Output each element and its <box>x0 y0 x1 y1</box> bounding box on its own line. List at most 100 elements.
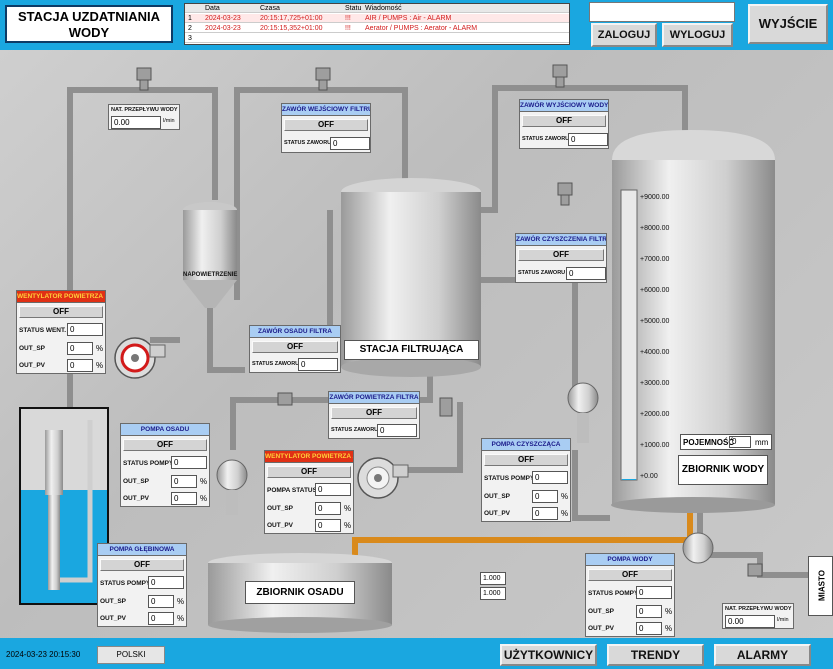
tick-label: +4000.00 <box>640 349 670 356</box>
ratio-display-1: 1.000 <box>480 572 506 585</box>
flow-out-title: NAT. PRZEPŁYWU WODY <box>725 606 792 612</box>
fan-1-icon <box>114 337 166 379</box>
pump-sludge-status: 0 <box>171 456 207 469</box>
valve-clean-panel: ZAWÓR CZYSZCZENIA FILTRU OFF STATUS ZAWO… <box>515 233 607 283</box>
flow-in-unit: l/min <box>163 118 175 124</box>
fan-2-panel: WENTYLATOR POWIETRZA 2 OFF POMPA STATUS … <box>264 450 354 534</box>
pump-water-status: 0 <box>636 586 672 599</box>
fan-2-title: WENTYLATOR POWIETRZA 2 <box>265 451 353 463</box>
fan-1-status: 0 <box>67 323 103 336</box>
exit-button[interactable]: WYJŚCIE <box>748 4 828 44</box>
logout-button[interactable]: WYLOGUJ <box>662 23 733 47</box>
valve-sludge-toggle[interactable]: OFF <box>252 341 338 353</box>
pump-clean-status: 0 <box>532 471 568 484</box>
pump-deep-pv-unit: % <box>177 614 185 623</box>
valve-air-toggle[interactable]: OFF <box>331 407 417 419</box>
fan-2-sp[interactable]: 0 <box>315 502 341 515</box>
pump-clean-sp-label: OUT_SP <box>484 493 511 500</box>
alarm-table[interactable]: Data Czasa Statu Wiadomość 1 2024-03-23 … <box>184 3 570 45</box>
pump-sludge-sp-unit: % <box>200 477 208 486</box>
pump-deep-status: 0 <box>148 576 184 589</box>
valve-outlet-status: 0 <box>568 133 608 146</box>
pump-sludge-toggle[interactable]: OFF <box>123 439 207 451</box>
pump-water-panel: POMPA WODY OFF STATUS POMPY 0 OUT_SP 0 %… <box>585 553 675 637</box>
flow-meter-in: NAT. PRZEPŁYWU WODY 0.00 l/min <box>108 104 180 130</box>
valve-inlet-panel: ZAWÓR WEJŚCIOWY FILTRU OFF STATUS ZAWORU… <box>281 103 371 153</box>
pump-sludge-title: POMPA OSADU <box>121 424 209 436</box>
flow-in-value: 0.00 <box>111 116 161 129</box>
pump-clean-pv-unit: % <box>561 509 569 518</box>
col-message: Wiadomość <box>365 5 402 12</box>
table-row[interactable]: 2 2024-03-23 20:15:15,352+01:00 !!! Aera… <box>185 24 569 33</box>
language-button[interactable]: POLSKI <box>97 646 165 664</box>
valve-sludge-panel: ZAWÓR OSADU FILTRA OFF STATUS ZAWORU 0 <box>249 325 341 373</box>
pump-clean-panel: POMPA CZYSZCZĄCA OFF STATUS POMPY 0 OUT_… <box>481 438 571 522</box>
fan-1-sp[interactable]: 0 <box>67 342 93 355</box>
pump-clean-sp[interactable]: 0 <box>532 490 558 503</box>
tick-label: +6000.00 <box>640 287 670 294</box>
pump-sludge-sp[interactable]: 0 <box>171 475 197 488</box>
city-label: MIASTO <box>817 570 827 601</box>
fan-1-title: WENTYLATOR POWIETRZA 1 <box>17 291 105 303</box>
fan-2-sp-unit: % <box>344 504 352 513</box>
pump-deep-status-label: STATUS POMPY <box>100 580 151 587</box>
valve-inlet-status-label: STATUS ZAWORU <box>284 140 332 146</box>
pump-water-toggle[interactable]: OFF <box>588 569 672 581</box>
row-date: 2024-03-23 <box>205 15 241 22</box>
pump-clean-toggle[interactable]: OFF <box>484 454 568 466</box>
users-button[interactable]: UŻYTKOWNICY <box>500 644 597 666</box>
pump-deep-toggle[interactable]: OFF <box>100 559 184 571</box>
tick-label: +1000.00 <box>640 442 670 449</box>
tick-label: +7000.00 <box>640 256 670 263</box>
col-status: Statu <box>345 5 362 12</box>
pump-clean-status-label: STATUS POMPY <box>484 475 535 482</box>
alarms-button[interactable]: ALARMY <box>714 644 811 666</box>
tick-label: +2000.00 <box>640 411 670 418</box>
valve-clean-status: 0 <box>566 267 606 280</box>
tank-level-bar <box>622 479 636 480</box>
valve-inlet-toggle[interactable]: OFF <box>284 119 368 131</box>
row-time: 20:15:15,352+01:00 <box>260 25 323 32</box>
row-num: 2 <box>188 25 192 32</box>
fan-2-icon <box>357 457 409 499</box>
capacity-readout: POJEMNOŚĆ 0 mm <box>680 434 772 450</box>
city-block: MIASTO <box>808 556 833 616</box>
table-row[interactable]: 1 2024-03-23 20:15:17,725+01:00 !!! AIR … <box>185 14 569 23</box>
trends-button[interactable]: TRENDY <box>607 644 704 666</box>
flow-out-unit: l/min <box>777 617 789 623</box>
fan-1-pv: 0 <box>67 359 93 372</box>
valve-outlet-panel: ZAWÓR WYJŚCIOWY WODY OFF STATUS ZAWORU 0 <box>519 99 609 149</box>
valve-clean-toggle[interactable]: OFF <box>518 249 604 261</box>
tank-scale: +9000.00 +8000.00 +7000.00 +6000.00 +500… <box>640 194 680 484</box>
pump-water-sp[interactable]: 0 <box>636 605 662 618</box>
pump-deep-pv-label: OUT_PV <box>100 615 127 622</box>
valve-inlet-title: ZAWÓR WEJŚCIOWY FILTRU <box>282 104 370 116</box>
pump-sludge-pv-label: OUT_PV <box>123 495 150 502</box>
valve-sludge-status: 0 <box>298 358 338 371</box>
pump-water-status-label: STATUS POMPY <box>588 590 639 597</box>
pump-deep-sp-unit: % <box>177 597 185 606</box>
pump-deep-pv: 0 <box>148 612 174 625</box>
pump-water-sp-label: OUT_SP <box>588 608 615 615</box>
col-date: Data <box>205 5 220 12</box>
fan-1-toggle[interactable]: OFF <box>19 306 103 318</box>
fan-1-status-label: STATUS WENT. <box>19 327 67 334</box>
fan-2-toggle[interactable]: OFF <box>267 466 351 478</box>
filter-station-label: STACJA FILTRUJĄCA <box>344 340 479 360</box>
login-field[interactable] <box>589 2 735 22</box>
valve-clean-status-label: STATUS ZAWORU <box>518 270 566 276</box>
ratio-display-2: 1.000 <box>480 587 506 600</box>
fan-1-pv-unit: % <box>96 361 104 370</box>
valve-outlet-title: ZAWÓR WYJŚCIOWY WODY <box>520 100 608 112</box>
valve-outlet-toggle[interactable]: OFF <box>522 115 606 127</box>
table-row[interactable]: 3 <box>185 34 569 43</box>
alarm-table-header: Data Czasa Statu Wiadomość <box>185 4 569 13</box>
water-tank-label: ZBIORNIK WODY <box>678 455 768 485</box>
pump-clean-sp-unit: % <box>561 492 569 501</box>
login-button[interactable]: ZALOGUJ <box>591 23 657 47</box>
pump-deep-sp-label: OUT_SP <box>100 598 127 605</box>
pump-clean-title: POMPA CZYSZCZĄCA <box>482 439 570 451</box>
pump-deep-sp[interactable]: 0 <box>148 595 174 608</box>
valve-outlet-status-label: STATUS ZAWORU <box>522 136 570 142</box>
valve-inlet-status: 0 <box>330 137 370 150</box>
